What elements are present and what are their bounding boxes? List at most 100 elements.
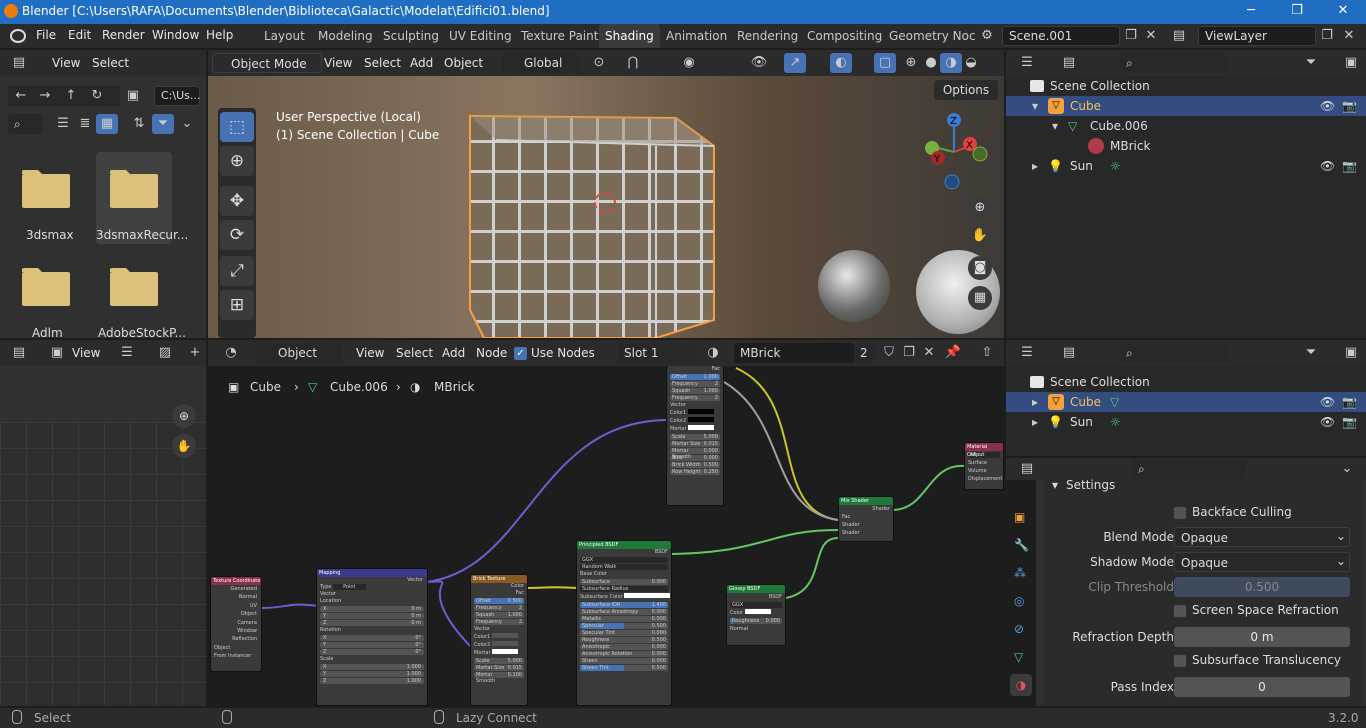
mode-dropdown[interactable]: Object Mode bbox=[212, 53, 322, 73]
tab-layout[interactable]: Layout bbox=[258, 24, 311, 48]
image-browse-icon[interactable]: ▨ bbox=[154, 343, 176, 363]
display-mode-icon[interactable]: ▤ bbox=[1058, 53, 1080, 73]
editor-type-icon[interactable]: ▤ bbox=[8, 343, 30, 363]
transform-tool[interactable]: ⊞ bbox=[220, 290, 254, 320]
new-image-icon[interactable]: + bbox=[184, 343, 206, 363]
editor-type-icon[interactable]: ▤ bbox=[1016, 459, 1038, 479]
delete-viewlayer-icon[interactable]: ✕ bbox=[1338, 26, 1360, 46]
folder-icon[interactable] bbox=[110, 266, 158, 306]
ie-menu-view[interactable]: View bbox=[72, 346, 100, 360]
pivot-icon[interactable]: ⊙ bbox=[588, 53, 610, 73]
menu-render[interactable]: Render bbox=[102, 28, 145, 42]
cube-mesh[interactable] bbox=[466, 110, 726, 338]
rotate-tool[interactable]: ⟳ bbox=[220, 220, 254, 250]
node-principled-bsdf[interactable]: Principled BSDF BSDF GGX Random Walk Bas… bbox=[576, 540, 672, 706]
node-glossy-bsdf[interactable]: Glossy BSDF BSDF GGX Color Roughness 0.00… bbox=[726, 584, 786, 646]
scene-icon[interactable]: ⚙ bbox=[976, 26, 998, 46]
tab-animation[interactable]: Animation bbox=[660, 24, 733, 48]
node-mapping[interactable]: Mapping Vector Type Point Vector Locatio… bbox=[316, 568, 428, 706]
menu-edit[interactable]: Edit bbox=[68, 28, 91, 42]
hamburger-icon[interactable]: ☰ bbox=[116, 343, 138, 363]
pan-hand-icon[interactable]: ✋ bbox=[968, 224, 992, 248]
render-camera-icon[interactable]: 📷 bbox=[1342, 392, 1357, 412]
visibility-eye-icon[interactable]: 👁 bbox=[1320, 96, 1335, 116]
vp-menu-select[interactable]: Select bbox=[364, 56, 401, 70]
scale-tool[interactable]: ⤢ bbox=[220, 256, 254, 286]
back-icon[interactable]: ← bbox=[10, 86, 32, 106]
tab-geometry-nodes[interactable]: Geometry Noc bbox=[883, 24, 982, 48]
options-button[interactable]: Options bbox=[934, 80, 998, 100]
settings-collapse-icon[interactable]: ▾ bbox=[1052, 478, 1058, 492]
material-tab-icon[interactable]: ◑ bbox=[1010, 674, 1032, 696]
collapse-arrow-icon[interactable]: ▸ bbox=[1032, 392, 1038, 412]
zoom-icon[interactable]: ⊕ bbox=[968, 196, 992, 220]
gizmo-toggle-icon[interactable]: ↗ bbox=[784, 53, 806, 73]
viewport-3d[interactable]: Object Mode View Select Add Object Globa… bbox=[208, 50, 1004, 338]
navigation-gizmo[interactable]: Z X Y bbox=[914, 112, 994, 192]
viewlayer-icon[interactable]: ▤ bbox=[1168, 26, 1190, 46]
refresh-icon[interactable]: ↻ bbox=[86, 86, 108, 106]
sort-icon[interactable]: ⇅ bbox=[128, 114, 150, 134]
editor-type-icon[interactable]: ▤ bbox=[8, 53, 30, 73]
camera-view-icon[interactable]: ◙ bbox=[968, 256, 992, 280]
collapse-arrow-icon[interactable]: ▸ bbox=[1032, 412, 1038, 432]
editor-type-icon[interactable]: ☰ bbox=[1016, 53, 1038, 73]
outliner-search-icon[interactable]: ⌕ bbox=[1120, 343, 1228, 363]
object-tab-icon[interactable]: ▣ bbox=[1014, 510, 1025, 524]
shadow-mode-dropdown[interactable]: Opaque bbox=[1174, 552, 1350, 572]
folder-icon[interactable] bbox=[22, 168, 70, 208]
folder-label[interactable]: Adlm bbox=[32, 326, 63, 340]
new-collection-icon[interactable]: ▣ bbox=[1340, 53, 1362, 73]
vp-menu-view[interactable]: View bbox=[324, 56, 352, 70]
new-collection-icon[interactable]: ▣ bbox=[1340, 343, 1362, 363]
forward-icon[interactable]: → bbox=[34, 86, 56, 106]
sss-checkbox[interactable] bbox=[1174, 655, 1186, 667]
node-brick-texture[interactable]: Brick Texture Color Fac Offset 0.500 Freq… bbox=[470, 574, 528, 706]
expand-arrow-icon[interactable]: ▾ bbox=[1052, 116, 1058, 136]
visibility-eye-icon[interactable]: 👁 bbox=[1320, 412, 1335, 432]
collapse-arrow-icon[interactable]: ▸ bbox=[1032, 156, 1038, 176]
editor-type-icon[interactable]: ☰ bbox=[1016, 343, 1038, 363]
image-editor[interactable]: ▤ ▣ View ☰ ▨ + ⊕ ✋ bbox=[0, 340, 206, 706]
node-material-output[interactable]: Material Output All Surface Volume Displ… bbox=[964, 442, 1004, 490]
backface-culling-checkbox[interactable] bbox=[1174, 507, 1186, 519]
tab-modeling[interactable]: Modeling bbox=[312, 24, 379, 48]
render-camera-icon[interactable]: 📷 bbox=[1342, 96, 1357, 116]
snap-icon[interactable]: ⋂ bbox=[622, 53, 644, 73]
filter-dropdown-icon[interactable]: ⌄ bbox=[176, 114, 198, 134]
minimize-button[interactable]: ─ bbox=[1228, 0, 1274, 24]
cursor-tool[interactable]: ⊕ bbox=[220, 146, 254, 176]
move-tool[interactable]: ✥ bbox=[220, 186, 254, 216]
vp-menu-object[interactable]: Object bbox=[444, 56, 483, 70]
copy-viewlayer-icon[interactable]: ❐ bbox=[1316, 26, 1338, 46]
render-camera-icon[interactable]: 📷 bbox=[1342, 412, 1357, 432]
proportional-icon[interactable]: ◉ bbox=[678, 53, 700, 73]
search-icon[interactable]: ⌕ bbox=[8, 114, 42, 134]
tab-shading[interactable]: Shading bbox=[599, 24, 660, 48]
overlay-icon[interactable]: ◐ bbox=[830, 53, 852, 73]
zoom-icon[interactable]: ⊕ bbox=[172, 404, 196, 428]
tree-row[interactable]: Scene Collection bbox=[1006, 372, 1366, 392]
folder-icon[interactable] bbox=[22, 266, 70, 306]
display-mode-icon[interactable]: ▤ bbox=[1058, 343, 1080, 363]
path-field[interactable]: C:\Us... bbox=[154, 86, 200, 106]
visibility-eye-icon[interactable]: 👁 bbox=[1320, 392, 1335, 412]
tree-row-mesh[interactable]: ▾ ▽ Cube.006 bbox=[1006, 116, 1366, 136]
tree-row-material[interactable]: MBrick bbox=[1006, 136, 1366, 156]
folder-label[interactable]: 3dsmaxRecur... bbox=[96, 228, 188, 242]
blend-mode-dropdown[interactable]: Opaque bbox=[1174, 527, 1350, 547]
node-brick-texture-2[interactable]: Fac Offset 1.000 Frequency 2 Squash 1.000 F… bbox=[666, 366, 724, 506]
fb-menu-view[interactable]: View bbox=[52, 56, 80, 70]
tab-texture-paint[interactable]: Texture Paint bbox=[515, 24, 604, 48]
scene-field[interactable]: Scene.001 bbox=[1002, 26, 1120, 46]
new-folder-icon[interactable]: ▣ bbox=[122, 86, 144, 106]
menu-file[interactable]: File bbox=[36, 28, 56, 42]
node-editor[interactable]: ◔ Object View Select Add Node ✓ Use Node… bbox=[208, 340, 1004, 706]
constraints-tab-icon[interactable]: ⊘ bbox=[1014, 622, 1024, 636]
render-camera-icon[interactable]: 📷 bbox=[1342, 156, 1357, 176]
blender-menu-icon[interactable] bbox=[10, 29, 26, 43]
copy-scene-icon[interactable]: ❐ bbox=[1120, 26, 1142, 46]
tab-sculpting[interactable]: Sculpting bbox=[377, 24, 445, 48]
data-tab-icon[interactable]: ▽ bbox=[1014, 650, 1023, 664]
ortho-toggle-icon[interactable]: ▦ bbox=[968, 286, 992, 310]
